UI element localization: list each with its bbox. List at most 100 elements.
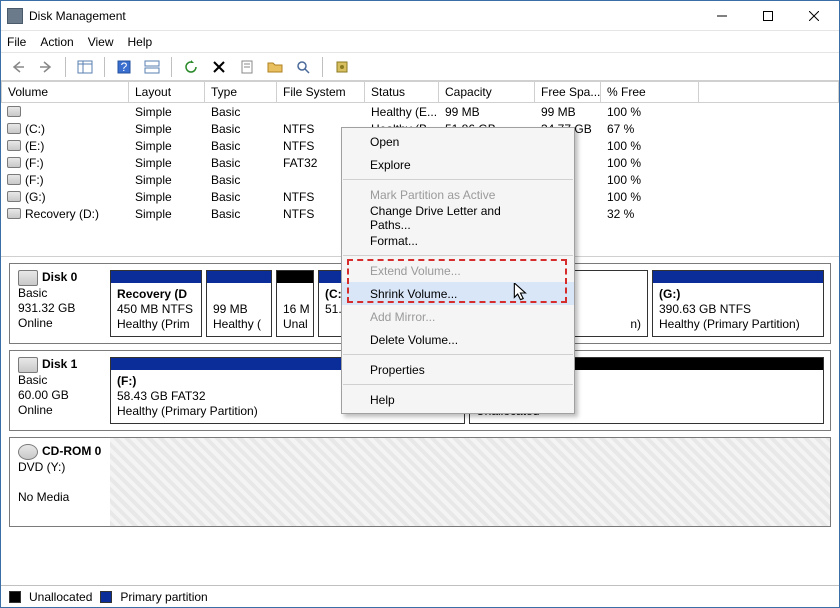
ctx-explore[interactable]: Explore: [342, 153, 574, 176]
cell-type: Basic: [205, 154, 277, 171]
cell-type: Basic: [205, 137, 277, 154]
cell-vol: (F:): [1, 171, 129, 188]
back-button[interactable]: [7, 56, 29, 78]
forward-button[interactable]: [35, 56, 57, 78]
volume-icon: [7, 140, 21, 151]
legend: Unallocated Primary partition: [1, 585, 839, 607]
disk-info-0: Disk 0 Basic 931.32 GB Online: [10, 264, 110, 343]
disk-icon: [18, 357, 38, 373]
legend-primary: Primary partition: [120, 590, 207, 604]
window: Disk Management File Action View Help ? …: [0, 0, 840, 608]
cell-layout: Simple: [129, 103, 205, 120]
toolbar: ?: [1, 53, 839, 81]
volume-icon: [7, 106, 21, 117]
col-filesystem[interactable]: File System: [277, 81, 365, 103]
cell-pct: 100 %: [601, 188, 699, 205]
context-menu: Open Explore Mark Partition as Active Ch…: [341, 127, 575, 414]
ctx-properties[interactable]: Properties: [342, 358, 574, 381]
cell-pct: 100 %: [601, 154, 699, 171]
minimize-button[interactable]: [699, 2, 745, 30]
col-layout[interactable]: Layout: [129, 81, 205, 103]
ctx-delete[interactable]: Delete Volume...: [342, 328, 574, 351]
ctx-shrink[interactable]: Shrink Volume...: [342, 282, 574, 305]
col-status[interactable]: Status: [365, 81, 439, 103]
layout-icon[interactable]: [141, 56, 163, 78]
cell-type: Basic: [205, 205, 277, 222]
cell-vol: (C:): [1, 120, 129, 137]
col-type[interactable]: Type: [205, 81, 277, 103]
menu-help[interactable]: Help: [128, 35, 153, 49]
ctx-extend: Extend Volume...: [342, 259, 574, 282]
app-icon: [7, 8, 23, 24]
cell-cap: 99 MB: [439, 103, 535, 120]
legend-unallocated: Unallocated: [29, 590, 92, 604]
partition[interactable]: 16 MUnal: [276, 270, 314, 337]
settings-icon[interactable]: [331, 56, 353, 78]
maximize-button[interactable]: [745, 2, 791, 30]
cd-icon: [18, 444, 38, 460]
properties-icon[interactable]: [236, 56, 258, 78]
window-title: Disk Management: [29, 9, 699, 23]
magnify-icon[interactable]: [292, 56, 314, 78]
cell-free: 99 MB: [535, 103, 601, 120]
cancel-icon[interactable]: [208, 56, 230, 78]
cell-vol: [1, 103, 129, 120]
disk-info-1: Disk 1 Basic 60.00 GB Online: [10, 351, 110, 430]
close-button[interactable]: [791, 2, 837, 30]
cell-vol: (E:): [1, 137, 129, 154]
cell-type: Basic: [205, 171, 277, 188]
ctx-add-mirror: Add Mirror...: [342, 305, 574, 328]
ctx-help[interactable]: Help: [342, 388, 574, 411]
cell-status: Healthy (E...: [365, 103, 439, 120]
cell-fs: [277, 103, 365, 120]
cell-pct: 67 %: [601, 120, 699, 137]
menu-action[interactable]: Action: [40, 35, 73, 49]
ctx-change-letter[interactable]: Change Drive Letter and Paths...: [342, 206, 574, 229]
partition[interactable]: Recovery (D450 MB NTFSHealthy (Prim: [110, 270, 202, 337]
cell-pct: 100 %: [601, 137, 699, 154]
volume-icon: [7, 191, 21, 202]
col-capacity[interactable]: Capacity: [439, 81, 535, 103]
menu-view[interactable]: View: [88, 35, 114, 49]
ctx-open[interactable]: Open: [342, 130, 574, 153]
cell-type: Basic: [205, 120, 277, 137]
help-icon[interactable]: ?: [113, 56, 135, 78]
volume-icon: [7, 123, 21, 134]
svg-text:?: ?: [121, 60, 128, 74]
cell-pct: 100 %: [601, 103, 699, 120]
cell-vol: Recovery (D:): [1, 205, 129, 222]
cell-vol: (F:): [1, 154, 129, 171]
ctx-format[interactable]: Format...: [342, 229, 574, 252]
cell-pct: 32 %: [601, 205, 699, 222]
cell-layout: Simple: [129, 205, 205, 222]
disk-icon: [18, 270, 38, 286]
folder-icon[interactable]: [264, 56, 286, 78]
cell-layout: Simple: [129, 120, 205, 137]
col-pctfree[interactable]: % Free: [601, 81, 699, 103]
cell-type: Basic: [205, 188, 277, 205]
volume-icon: [7, 208, 21, 219]
col-spacer: [699, 81, 839, 103]
partition[interactable]: 99 MBHealthy (: [206, 270, 272, 337]
partition[interactable]: (G:)390.63 GB NTFSHealthy (Primary Parti…: [652, 270, 824, 337]
cell-layout: Simple: [129, 188, 205, 205]
cell-pct: 100 %: [601, 171, 699, 188]
refresh-icon[interactable]: [180, 56, 202, 78]
volume-icon: [7, 174, 21, 185]
grid-header: Volume Layout Type File System Status Ca…: [1, 81, 839, 103]
titlebar: Disk Management: [1, 1, 839, 31]
volume-icon: [7, 157, 21, 168]
col-volume[interactable]: Volume: [1, 81, 129, 103]
cell-vol: (G:): [1, 188, 129, 205]
details-icon[interactable]: [74, 56, 96, 78]
disk-row-cd: CD-ROM 0 DVD (Y:) No Media: [9, 437, 831, 527]
menu-file[interactable]: File: [7, 35, 26, 49]
legend-swatch-primary: [100, 591, 112, 603]
cell-layout: Simple: [129, 171, 205, 188]
legend-swatch-unallocated: [9, 591, 21, 603]
menubar: File Action View Help: [1, 31, 839, 53]
col-freespace[interactable]: Free Spa...: [535, 81, 601, 103]
table-row[interactable]: SimpleBasicHealthy (E...99 MB99 MB100 %: [1, 103, 839, 120]
cell-layout: Simple: [129, 154, 205, 171]
cell-layout: Simple: [129, 137, 205, 154]
